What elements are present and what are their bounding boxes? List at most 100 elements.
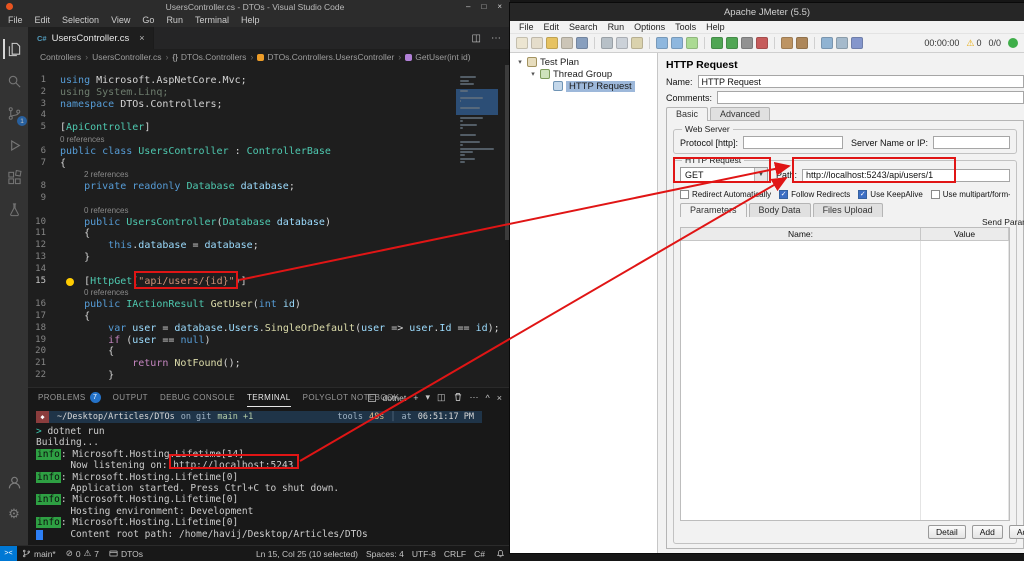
tab-body-data[interactable]: Body Data: [749, 203, 811, 217]
remote-indicator-icon[interactable]: ><: [0, 546, 17, 561]
breadcrumb-item[interactable]: UsersController.cs: [92, 52, 161, 62]
folder-status[interactable]: DTOs: [104, 549, 148, 559]
explorer-icon[interactable]: [3, 39, 23, 59]
jmeter-menu-item-run[interactable]: Run: [603, 22, 630, 32]
tree-item-thread-group[interactable]: ▾Thread Group: [510, 68, 657, 80]
menu-item-file[interactable]: File: [2, 15, 29, 25]
checkbox-use-keepalive[interactable]: ✓Use KeepAlive: [858, 190, 922, 199]
terminal-shell-label[interactable]: dotnet: [383, 393, 407, 403]
tree-expander-icon[interactable]: ▾: [516, 58, 524, 66]
menu-item-run[interactable]: Run: [160, 15, 189, 25]
panel-tab-output[interactable]: OUTPUT: [113, 388, 148, 407]
menu-item-terminal[interactable]: Terminal: [189, 15, 235, 25]
problems-status[interactable]: ⊘ 0 ⚠ 7: [61, 548, 104, 559]
status-utf-8[interactable]: UTF-8: [408, 549, 440, 559]
panel-more-icon[interactable]: ⋯: [470, 392, 479, 403]
git-branch-status[interactable]: main*: [17, 549, 61, 559]
tab-close-icon[interactable]: ×: [139, 33, 144, 43]
codelens-label[interactable]: 0 references: [60, 205, 128, 217]
clear-button[interactable]: [781, 37, 793, 49]
breadcrumb-item[interactable]: DTOs.Controllers.UsersController: [267, 52, 394, 62]
maximize-icon[interactable]: □: [481, 2, 486, 11]
source-control-icon[interactable]: 1: [4, 103, 24, 123]
template-button[interactable]: [531, 37, 543, 49]
checkbox-follow-redirects[interactable]: ✓Follow Redirects: [779, 190, 850, 199]
tab-userscontroller[interactable]: C# UsersController.cs ×: [28, 27, 154, 49]
new-terminal-icon[interactable]: +: [413, 393, 418, 403]
panel-tab-terminal[interactable]: TERMINAL: [247, 388, 291, 407]
jmeter-menu-item-help[interactable]: Help: [701, 22, 730, 32]
protocol-input[interactable]: [743, 136, 843, 149]
panel-tab-problems[interactable]: PROBLEMS7: [38, 388, 101, 407]
tab-files-upload[interactable]: Files Upload: [813, 203, 883, 217]
minimap[interactable]: [458, 75, 496, 163]
method-select[interactable]: GET ▼: [680, 167, 768, 183]
terminal[interactable]: ◆ ~/Desktop/Articles/DTOs on git main +1…: [28, 407, 510, 545]
new-file-button[interactable]: [516, 37, 528, 49]
jmeter-menu-item-edit[interactable]: Edit: [539, 22, 565, 32]
codelens-label[interactable]: 0 references: [60, 134, 104, 146]
breadcrumb-item[interactable]: GetUser(int id): [415, 52, 470, 62]
toggle-elements-button[interactable]: [686, 37, 698, 49]
extensions-icon[interactable]: [4, 167, 24, 187]
panel-tab-debug-console[interactable]: DEBUG CONSOLE: [160, 388, 235, 407]
lightbulb-icon[interactable]: [66, 278, 74, 286]
menu-item-view[interactable]: View: [105, 15, 136, 25]
search-icon[interactable]: [4, 71, 24, 91]
server-name-input[interactable]: [933, 136, 1010, 149]
status-crlf[interactable]: CRLF: [440, 549, 470, 559]
menu-item-edit[interactable]: Edit: [29, 15, 57, 25]
search-reset-button[interactable]: [836, 37, 848, 49]
tab-basic[interactable]: Basic: [666, 107, 708, 121]
minimize-icon[interactable]: –: [466, 2, 470, 11]
close-icon[interactable]: ×: [497, 2, 502, 11]
save-button[interactable]: [576, 37, 588, 49]
notifications-bell-icon[interactable]: [491, 549, 510, 558]
menu-item-help[interactable]: Help: [235, 15, 266, 25]
close-panel-icon[interactable]: ×: [497, 393, 502, 403]
testing-icon[interactable]: [4, 199, 24, 219]
code-editor[interactable]: 1using Microsoft.AspNetCore.Mvc;2using S…: [28, 65, 510, 387]
cut-button[interactable]: [601, 37, 613, 49]
start-no-timers-button[interactable]: [726, 37, 738, 49]
settings-gear-icon[interactable]: ⚙: [4, 503, 24, 523]
clear-all-button[interactable]: [796, 37, 808, 49]
log-warnings-counter[interactable]: ⚠ 0: [966, 38, 981, 49]
function-helper-button[interactable]: [851, 37, 863, 49]
paste-button[interactable]: [631, 37, 643, 49]
start-button[interactable]: [711, 37, 723, 49]
add-button[interactable]: Add: [972, 525, 1003, 539]
more-actions-icon[interactable]: ⋯: [491, 33, 501, 44]
status-c-[interactable]: C#: [470, 549, 489, 559]
comments-input[interactable]: [717, 91, 1024, 104]
collapse-all-button[interactable]: [671, 37, 683, 49]
codelens-label[interactable]: 0 references: [60, 287, 128, 299]
checkbox-use-multipart-form-data[interactable]: Use multipart/form-data: [931, 190, 1010, 199]
shutdown-button[interactable]: [756, 37, 768, 49]
path-input[interactable]: [802, 169, 1010, 182]
menu-item-go[interactable]: Go: [136, 15, 160, 25]
menu-item-selection[interactable]: Selection: [56, 15, 105, 25]
status-ln-15-col-25-10-selected-[interactable]: Ln 15, Col 25 (10 selected): [252, 549, 362, 559]
jmeter-menu-item-search[interactable]: Search: [564, 22, 603, 32]
detail-button[interactable]: Detail: [928, 525, 966, 539]
terminal-url[interactable]: http://localhost:5243: [173, 460, 293, 471]
checkbox-redirect-automatically[interactable]: Redirect Automatically: [680, 190, 771, 199]
jmeter-menu-item-tools[interactable]: Tools: [670, 22, 701, 32]
stop-button[interactable]: [741, 37, 753, 49]
terminal-dropdown-icon[interactable]: ▾: [425, 392, 430, 403]
open-file-button[interactable]: [546, 37, 558, 49]
split-editor-icon[interactable]: ◫: [472, 33, 481, 44]
tree-expander-icon[interactable]: ▾: [529, 70, 537, 78]
param-name-column[interactable]: [681, 241, 921, 520]
status-spaces[interactable]: Spaces: 4: [362, 549, 408, 559]
jmeter-menu-item-file[interactable]: File: [514, 22, 539, 32]
account-icon[interactable]: [4, 472, 24, 492]
breadcrumb-item[interactable]: Controllers: [40, 52, 81, 62]
tree-item-test-plan[interactable]: ▾Test Plan: [510, 56, 657, 68]
name-input[interactable]: [698, 75, 1024, 88]
jmeter-menu-item-options[interactable]: Options: [629, 22, 670, 32]
search-button[interactable]: [821, 37, 833, 49]
tab-advanced[interactable]: Advanced: [710, 107, 770, 121]
kill-terminal-icon[interactable]: [453, 392, 463, 404]
